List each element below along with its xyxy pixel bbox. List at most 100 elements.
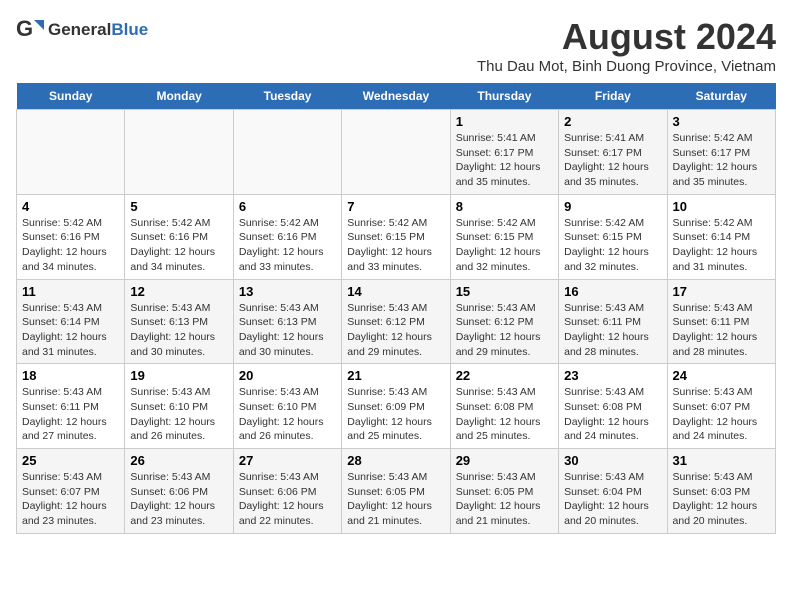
cell-info: Sunrise: 5:43 AM Sunset: 6:05 PM Dayligh… xyxy=(347,470,444,529)
date-number: 25 xyxy=(22,453,119,468)
calendar-cell xyxy=(125,110,233,195)
cell-info: Sunrise: 5:42 AM Sunset: 6:15 PM Dayligh… xyxy=(456,216,553,275)
date-number: 11 xyxy=(22,284,119,299)
calendar-cell: 13 Sunrise: 5:43 AM Sunset: 6:13 PM Dayli… xyxy=(233,279,341,364)
cell-info: Sunrise: 5:43 AM Sunset: 6:12 PM Dayligh… xyxy=(456,301,553,360)
cell-info: Sunrise: 5:41 AM Sunset: 6:17 PM Dayligh… xyxy=(564,131,661,190)
calendar-cell: 15 Sunrise: 5:43 AM Sunset: 6:12 PM Dayli… xyxy=(450,279,558,364)
day-header-tuesday: Tuesday xyxy=(233,83,341,110)
cell-info: Sunrise: 5:43 AM Sunset: 6:08 PM Dayligh… xyxy=(564,385,661,444)
cell-info: Sunrise: 5:43 AM Sunset: 6:13 PM Dayligh… xyxy=(239,301,336,360)
date-number: 31 xyxy=(673,453,770,468)
calendar-cell: 16 Sunrise: 5:43 AM Sunset: 6:11 PM Dayli… xyxy=(559,279,667,364)
calendar-cell: 29 Sunrise: 5:43 AM Sunset: 6:05 PM Dayli… xyxy=(450,449,558,534)
day-header-thursday: Thursday xyxy=(450,83,558,110)
calendar-week-3: 11 Sunrise: 5:43 AM Sunset: 6:14 PM Dayli… xyxy=(17,279,776,364)
date-number: 24 xyxy=(673,368,770,383)
cell-info: Sunrise: 5:42 AM Sunset: 6:15 PM Dayligh… xyxy=(347,216,444,275)
date-number: 23 xyxy=(564,368,661,383)
calendar-week-4: 18Sunrise: 5:43 AM Sunset: 6:11 PM Dayli… xyxy=(17,364,776,449)
date-number: 26 xyxy=(130,453,227,468)
date-number: 6 xyxy=(239,199,336,214)
date-number: 13 xyxy=(239,284,336,299)
date-number: 19 xyxy=(130,368,227,383)
date-number: 9 xyxy=(564,199,661,214)
date-number: 17 xyxy=(673,284,770,299)
cell-info: Sunrise: 5:43 AM Sunset: 6:11 PM Dayligh… xyxy=(673,301,770,360)
calendar-body: 1 Sunrise: 5:41 AM Sunset: 6:17 PM Daylig… xyxy=(17,110,776,534)
calendar-cell xyxy=(342,110,450,195)
calendar-cell: 5 Sunrise: 5:42 AM Sunset: 6:16 PM Daylig… xyxy=(125,194,233,279)
calendar-cell: 2 Sunrise: 5:41 AM Sunset: 6:17 PM Daylig… xyxy=(559,110,667,195)
date-number: 15 xyxy=(456,284,553,299)
calendar-cell: 22 Sunrise: 5:43 AM Sunset: 6:08 PM Dayli… xyxy=(450,364,558,449)
date-number: 1 xyxy=(456,114,553,129)
calendar-cell: 31 Sunrise: 5:43 AM Sunset: 6:03 PM Dayli… xyxy=(667,449,775,534)
calendar-header-row: SundayMondayTuesdayWednesdayThursdayFrid… xyxy=(17,83,776,110)
day-header-sunday: Sunday xyxy=(17,83,125,110)
cell-info: Sunrise: 5:42 AM Sunset: 6:17 PM Dayligh… xyxy=(673,131,770,190)
date-number: 4 xyxy=(22,199,119,214)
cell-info: Sunrise: 5:43 AM Sunset: 6:12 PM Dayligh… xyxy=(347,301,444,360)
cell-info: Sunrise: 5:43 AM Sunset: 6:07 PM Dayligh… xyxy=(673,385,770,444)
calendar-cell: 23 Sunrise: 5:43 AM Sunset: 6:08 PM Dayli… xyxy=(559,364,667,449)
calendar-cell: 4 Sunrise: 5:42 AM Sunset: 6:16 PM Daylig… xyxy=(17,194,125,279)
cell-info: Sunrise: 5:43 AM Sunset: 6:11 PM Dayligh… xyxy=(22,385,119,444)
cell-info: Sunrise: 5:43 AM Sunset: 6:04 PM Dayligh… xyxy=(564,470,661,529)
calendar-table: SundayMondayTuesdayWednesdayThursdayFrid… xyxy=(16,83,776,534)
date-number: 12 xyxy=(130,284,227,299)
calendar-cell xyxy=(17,110,125,195)
date-number: 16 xyxy=(564,284,661,299)
calendar-cell: 18Sunrise: 5:43 AM Sunset: 6:11 PM Dayli… xyxy=(17,364,125,449)
svg-text:G: G xyxy=(16,16,33,41)
subtitle: Thu Dau Mot, Binh Duong Province, Vietna… xyxy=(477,58,776,75)
cell-info: Sunrise: 5:41 AM Sunset: 6:17 PM Dayligh… xyxy=(456,131,553,190)
date-number: 20 xyxy=(239,368,336,383)
day-header-monday: Monday xyxy=(125,83,233,110)
cell-info: Sunrise: 5:42 AM Sunset: 6:16 PM Dayligh… xyxy=(239,216,336,275)
calendar-cell: 11 Sunrise: 5:43 AM Sunset: 6:14 PM Dayli… xyxy=(17,279,125,364)
cell-info: Sunrise: 5:43 AM Sunset: 6:09 PM Dayligh… xyxy=(347,385,444,444)
date-number: 7 xyxy=(347,199,444,214)
cell-info: Sunrise: 5:43 AM Sunset: 6:14 PM Dayligh… xyxy=(22,301,119,360)
calendar-cell: 25Sunrise: 5:43 AM Sunset: 6:07 PM Dayli… xyxy=(17,449,125,534)
date-number: 29 xyxy=(456,453,553,468)
main-title: August 2024 xyxy=(477,16,776,58)
calendar-cell: 6 Sunrise: 5:42 AM Sunset: 6:16 PM Daylig… xyxy=(233,194,341,279)
calendar-cell: 21 Sunrise: 5:43 AM Sunset: 6:09 PM Dayli… xyxy=(342,364,450,449)
cell-info: Sunrise: 5:43 AM Sunset: 6:03 PM Dayligh… xyxy=(673,470,770,529)
cell-info: Sunrise: 5:43 AM Sunset: 6:06 PM Dayligh… xyxy=(130,470,227,529)
cell-info: Sunrise: 5:42 AM Sunset: 6:16 PM Dayligh… xyxy=(130,216,227,275)
date-number: 5 xyxy=(130,199,227,214)
date-number: 14 xyxy=(347,284,444,299)
calendar-cell: 26 Sunrise: 5:43 AM Sunset: 6:06 PM Dayli… xyxy=(125,449,233,534)
cell-info: Sunrise: 5:42 AM Sunset: 6:14 PM Dayligh… xyxy=(673,216,770,275)
cell-info: Sunrise: 5:43 AM Sunset: 6:10 PM Dayligh… xyxy=(239,385,336,444)
date-number: 2 xyxy=(564,114,661,129)
title-area: August 2024 Thu Dau Mot, Binh Duong Prov… xyxy=(477,16,776,75)
date-number: 28 xyxy=(347,453,444,468)
cell-info: Sunrise: 5:42 AM Sunset: 6:16 PM Dayligh… xyxy=(22,216,119,275)
calendar-cell: 19 Sunrise: 5:43 AM Sunset: 6:10 PM Dayli… xyxy=(125,364,233,449)
calendar-cell: 14 Sunrise: 5:43 AM Sunset: 6:12 PM Dayli… xyxy=(342,279,450,364)
date-number: 27 xyxy=(239,453,336,468)
date-number: 30 xyxy=(564,453,661,468)
cell-info: Sunrise: 5:43 AM Sunset: 6:11 PM Dayligh… xyxy=(564,301,661,360)
cell-info: Sunrise: 5:43 AM Sunset: 6:13 PM Dayligh… xyxy=(130,301,227,360)
calendar-cell: 24 Sunrise: 5:43 AM Sunset: 6:07 PM Dayli… xyxy=(667,364,775,449)
cell-info: Sunrise: 5:43 AM Sunset: 6:10 PM Dayligh… xyxy=(130,385,227,444)
calendar-week-2: 4 Sunrise: 5:42 AM Sunset: 6:16 PM Daylig… xyxy=(17,194,776,279)
date-number: 8 xyxy=(456,199,553,214)
logo: G GeneralBlue xyxy=(16,16,148,44)
calendar-week-5: 25Sunrise: 5:43 AM Sunset: 6:07 PM Dayli… xyxy=(17,449,776,534)
date-number: 21 xyxy=(347,368,444,383)
logo-general: General xyxy=(48,20,111,39)
calendar-cell: 10Sunrise: 5:42 AM Sunset: 6:14 PM Dayli… xyxy=(667,194,775,279)
calendar-cell xyxy=(233,110,341,195)
cell-info: Sunrise: 5:43 AM Sunset: 6:08 PM Dayligh… xyxy=(456,385,553,444)
date-number: 22 xyxy=(456,368,553,383)
calendar-cell: 1 Sunrise: 5:41 AM Sunset: 6:17 PM Daylig… xyxy=(450,110,558,195)
date-number: 3 xyxy=(673,114,770,129)
cell-info: Sunrise: 5:43 AM Sunset: 6:05 PM Dayligh… xyxy=(456,470,553,529)
calendar-cell: 20 Sunrise: 5:43 AM Sunset: 6:10 PM Dayli… xyxy=(233,364,341,449)
